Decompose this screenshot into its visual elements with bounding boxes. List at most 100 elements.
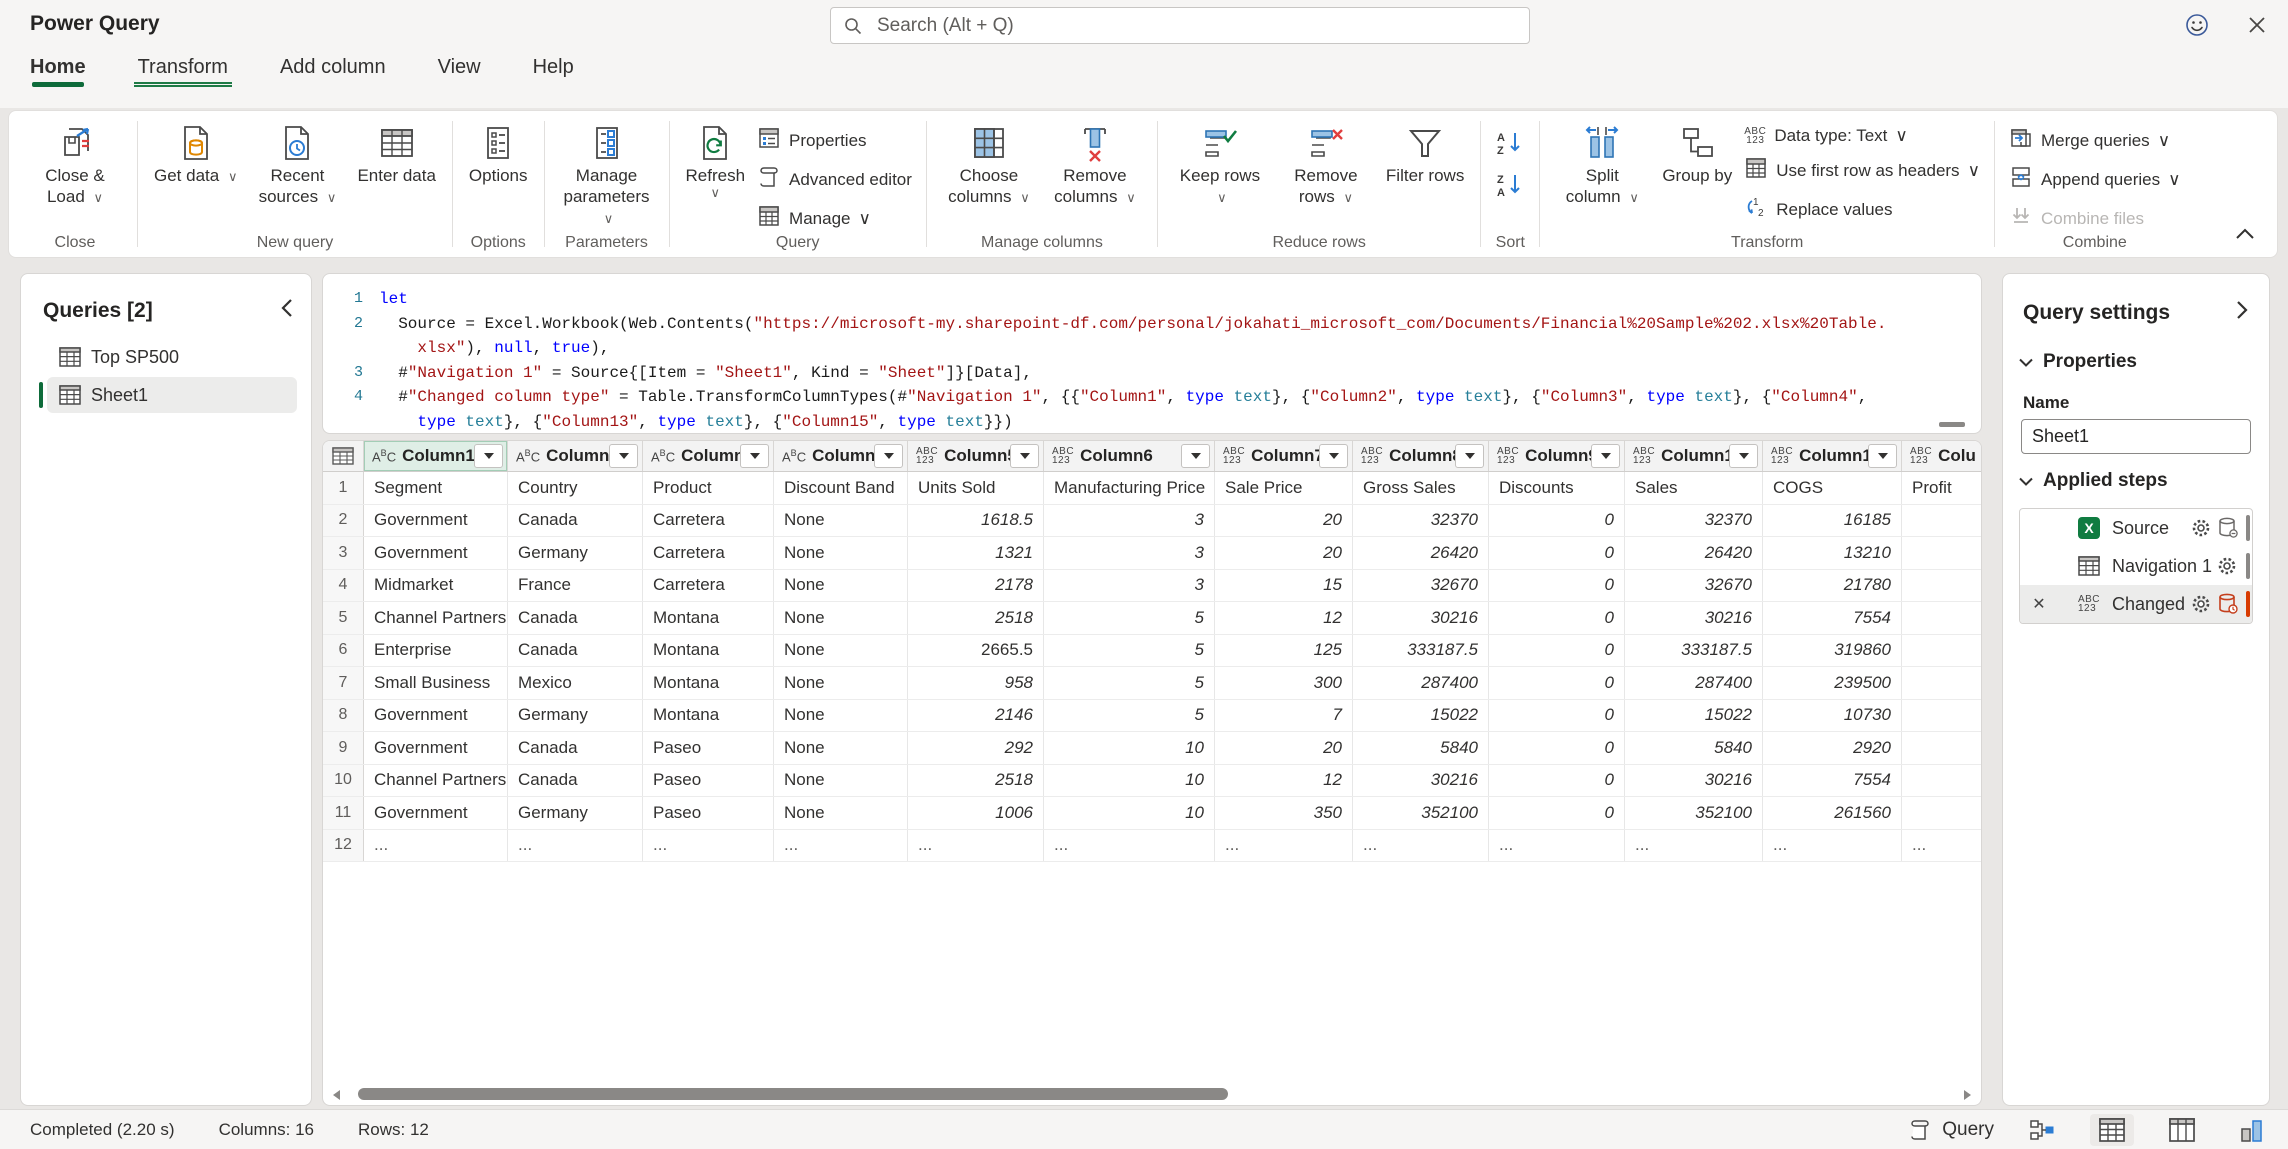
table-cell[interactable]: Carretera [643,537,774,569]
table-cell[interactable]: 958 [908,667,1044,699]
editor-scrollbar-thumb[interactable] [1939,422,1965,427]
keep-rows-button[interactable]: Keep rows ∨ [1168,117,1272,212]
row-number[interactable]: 11 [323,797,364,829]
table-cell[interactable]: 0 [1489,602,1625,634]
table-cell[interactable]: 20 [1215,732,1353,764]
table-cell[interactable]: Discount Band [774,472,908,504]
table-cell[interactable]: Germany [508,797,643,829]
table-cell[interactable]: Paseo [643,765,774,797]
table-cell[interactable]: Profit [1902,472,1982,504]
table-cell[interactable]: 20 [1215,505,1353,537]
refresh-button[interactable]: Refresh ∨ [680,117,752,204]
gear-icon[interactable] [2190,593,2212,615]
table-cell[interactable]: 2518 [908,765,1044,797]
table-cell[interactable]: ... [364,830,508,862]
table-cell[interactable]: Paseo [643,732,774,764]
table-cell[interactable] [1902,505,1982,537]
table-cell[interactable]: None [774,537,908,569]
column-header-column6[interactable]: ABC123Column6 [1044,441,1215,471]
table-cell[interactable]: 15022 [1625,700,1763,732]
table-cell[interactable]: Sale Price [1215,472,1353,504]
column-header-column8[interactable]: ABC123Column8 [1353,441,1489,471]
row-number[interactable]: 2 [323,505,364,537]
column-header-column5[interactable]: ABC123Column5 [908,441,1044,471]
table-cell[interactable]: Government [364,797,508,829]
table-cell[interactable]: 13210 [1763,537,1902,569]
get-data-button[interactable]: Get data ∨ [148,117,243,191]
delete-step-icon[interactable]: ✕ [2026,594,2052,614]
table-cell[interactable]: ... [1625,830,1763,862]
table-cell[interactable]: Montana [643,635,774,667]
filter-dropdown-button[interactable] [1868,444,1897,468]
table-cell[interactable]: 20 [1215,537,1353,569]
applied-step-changed-c-[interactable]: ✕ABC123Changed c... [2020,585,2252,623]
column-header-column3[interactable]: ABCColumn3 [643,441,774,471]
table-cell[interactable]: Canada [508,602,643,634]
table-cell[interactable]: 10 [1044,732,1215,764]
table-cell[interactable] [1902,635,1982,667]
table-cell[interactable]: Germany [508,537,643,569]
diagram-view-button[interactable] [2020,1114,2064,1146]
table-cell[interactable]: Canada [508,732,643,764]
table-cell[interactable]: 125 [1215,635,1353,667]
table-cell[interactable]: Germany [508,700,643,732]
table-cell[interactable]: 32370 [1353,505,1489,537]
table-cell[interactable]: 287400 [1353,667,1489,699]
tab-add-column[interactable]: Add column [280,56,386,91]
manage-button[interactable]: Manage ∨ [753,201,916,236]
table-cell[interactable]: 3 [1044,537,1215,569]
remove-rows-button[interactable]: Remove rows ∨ [1274,117,1378,212]
code-line[interactable]: 4 #"Changed column type" = Table.Transfo… [323,385,1981,410]
table-cell[interactable]: Montana [643,700,774,732]
table-cell[interactable]: Canada [508,635,643,667]
table-cell[interactable]: 21780 [1763,570,1902,602]
filter-dropdown-button[interactable] [1181,444,1210,468]
filter-dropdown-button[interactable] [874,444,903,468]
tab-view[interactable]: View [438,56,481,91]
table-cell[interactable] [1902,667,1982,699]
use-first-row-as-headers-button[interactable]: Use first row as headers ∨ [1740,153,1984,188]
table-cell[interactable]: 352100 [1625,797,1763,829]
table-cell[interactable]: 32670 [1353,570,1489,602]
table-cell[interactable]: ... [508,830,643,862]
table-cell[interactable]: Government [364,732,508,764]
grid-horizontal-scrollbar[interactable] [325,1087,1979,1101]
applied-steps-section-header[interactable]: Applied steps [2003,454,2269,498]
table-cell[interactable]: Government [364,505,508,537]
table-cell[interactable]: 0 [1489,635,1625,667]
code-line[interactable]: xlsx"), null, true), [323,336,1981,361]
table-cell[interactable]: ... [908,830,1044,862]
table-cell[interactable]: 261560 [1763,797,1902,829]
code-line[interactable]: 3 #"Navigation 1" = Source{[Item = "Shee… [323,361,1981,386]
column-header-column1[interactable]: ABCColumn1 [364,441,508,471]
tab-home[interactable]: Home [30,56,86,91]
table-cell[interactable]: 10730 [1763,700,1902,732]
table-cell[interactable] [1902,797,1982,829]
remove-columns-button[interactable]: Remove columns ∨ [1043,117,1147,212]
table-cell[interactable]: ... [1044,830,1215,862]
table-cell[interactable]: 5 [1044,602,1215,634]
table-cell[interactable]: 16185 [1763,505,1902,537]
merge-queries-button[interactable]: Merge queries ∨ [2005,123,2185,158]
query-view-label[interactable]: Query [1908,1118,1994,1142]
table-cell[interactable]: None [774,635,908,667]
group-by-button[interactable]: Group by [1656,117,1738,190]
table-cell[interactable]: Manufacturing Price [1044,472,1215,504]
choose-columns-button[interactable]: Choose columns ∨ [937,117,1041,212]
column-header-column2[interactable]: ABCColumn2 [508,441,643,471]
search-input[interactable] [875,14,1517,38]
table-cell[interactable]: 1321 [908,537,1044,569]
table-cell[interactable]: None [774,667,908,699]
table-cell[interactable]: Product [643,472,774,504]
options-button[interactable]: Options [463,117,534,190]
scroll-right-arrow-icon[interactable] [1964,1090,1971,1100]
grid-scrollbar-thumb[interactable] [358,1088,1228,1100]
close-and-load-button[interactable]: Close & Load ∨ [23,117,127,212]
table-cell[interactable]: 30216 [1625,765,1763,797]
feedback-smiley-button[interactable] [2180,8,2214,42]
table-cell[interactable]: 2665.5 [908,635,1044,667]
table-cell[interactable]: 5 [1044,700,1215,732]
filter-dropdown-button[interactable] [474,444,503,468]
row-number[interactable]: 5 [323,602,364,634]
table-cell[interactable]: Paseo [643,797,774,829]
